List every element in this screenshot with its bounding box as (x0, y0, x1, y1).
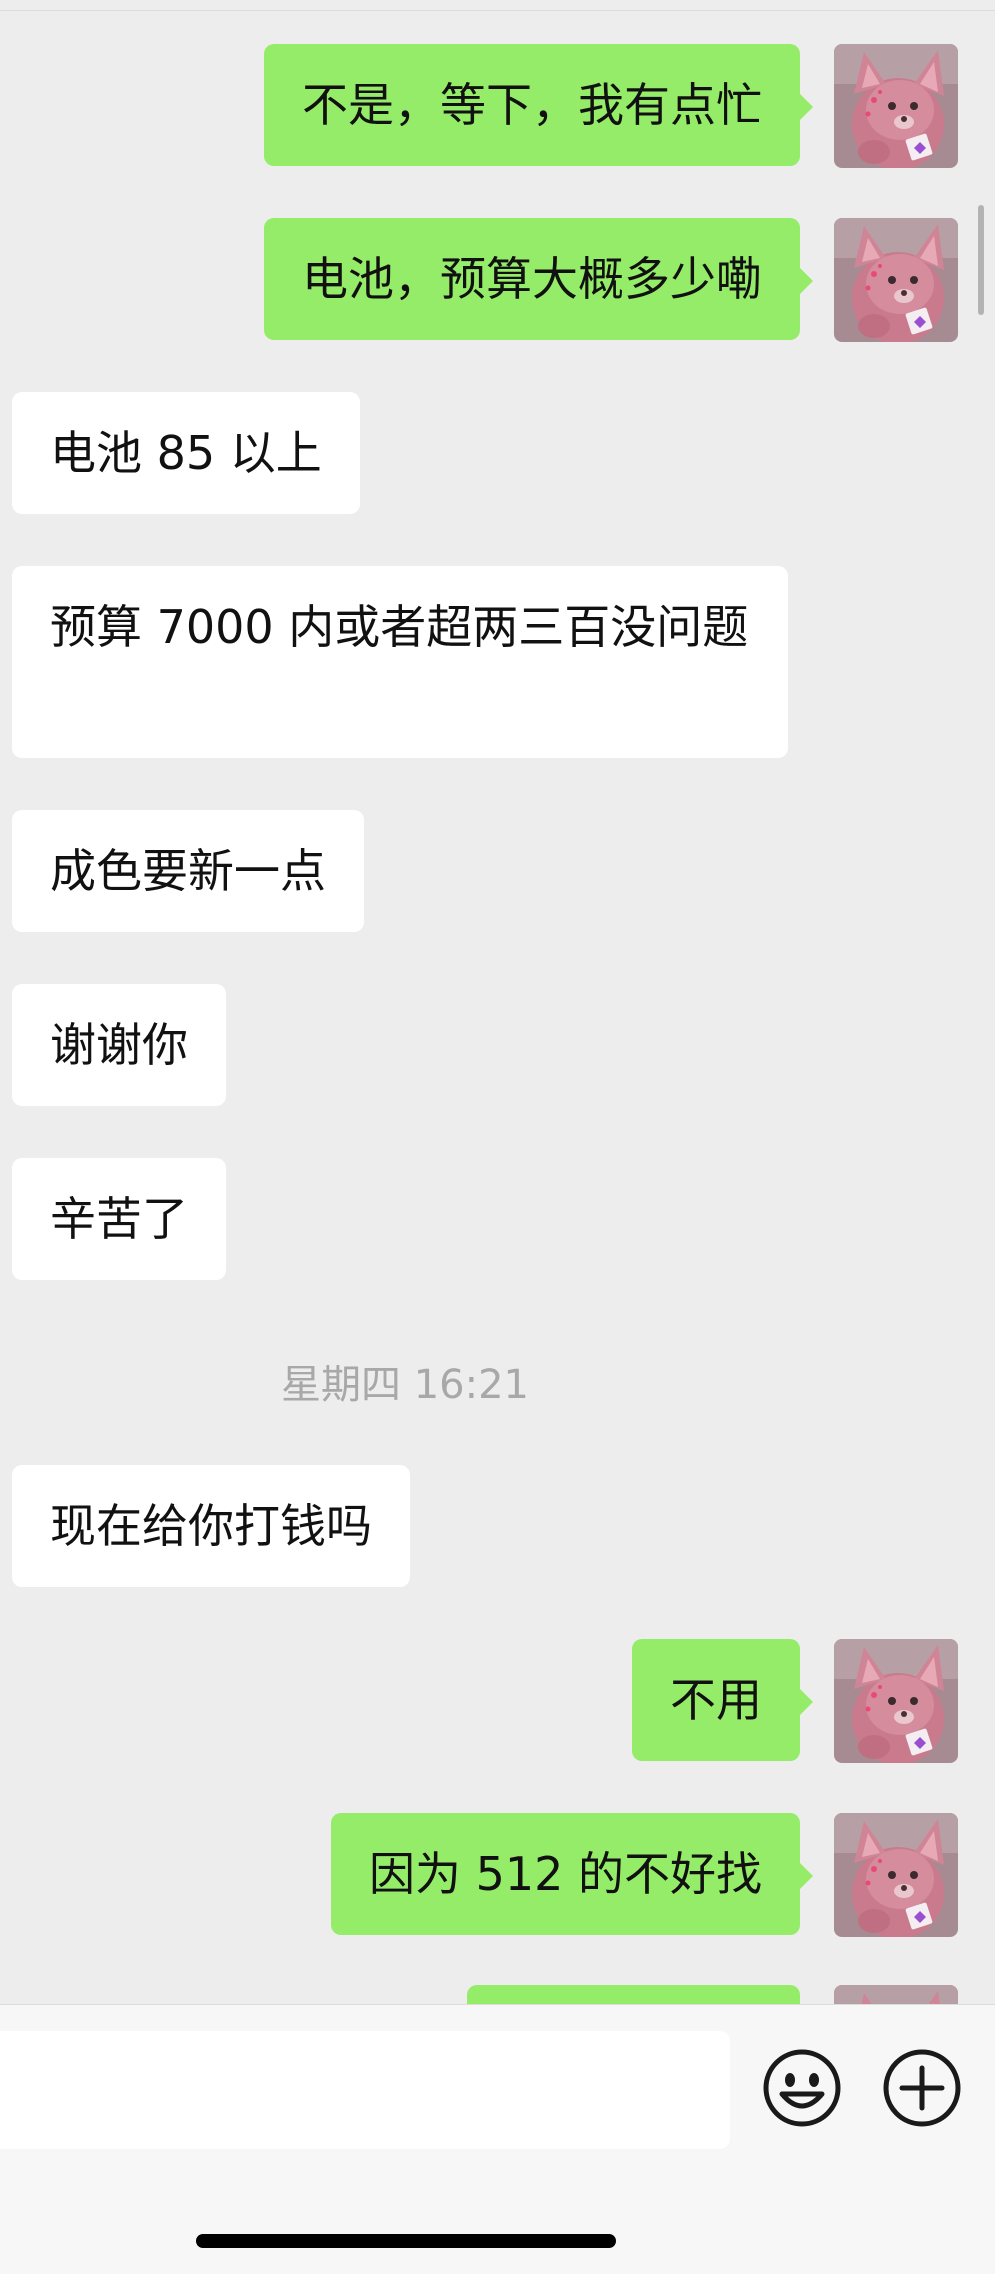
message-timestamp: 星期四 16:21 (281, 1362, 529, 1408)
message-input[interactable] (0, 2031, 730, 2149)
pink-plush-toy-avatar-icon (834, 44, 958, 168)
chat-message-list[interactable]: 不是，等下，我有点忙 电池，预算大概多少嘞 电池 85 以上 预算 7000 内… (0, 0, 995, 2004)
avatar[interactable] (834, 1639, 958, 1763)
avatar[interactable] (834, 44, 958, 168)
smiley-face-icon[interactable] (762, 2048, 842, 2128)
message-bubble-other[interactable]: 成色要新一点 (12, 810, 364, 932)
message-bubble-self[interactable]: 电池，预算大概多少嘞 (264, 218, 813, 340)
message-bubble-self[interactable]: 不用 (632, 1639, 813, 1761)
message-text: 辛苦了 (50, 1192, 188, 1246)
message-bubble-self[interactable]: 不是，等下，我有点忙 (264, 44, 813, 166)
pink-plush-toy-avatar-icon (834, 1639, 958, 1763)
message-bubble-other[interactable]: 现在给你打钱吗 (12, 1465, 410, 1587)
avatar[interactable] (834, 218, 958, 342)
avatar[interactable] (834, 1985, 958, 2004)
message-text: 电池，预算大概多少嘞 (302, 252, 762, 306)
message-text: 电池 85 以上 (50, 426, 322, 480)
message-bubble-other[interactable]: 谢谢你 (12, 984, 226, 1106)
message-text: 不是，等下，我有点忙 (302, 78, 762, 132)
top-divider (0, 0, 995, 11)
message-text: 不用 (670, 1673, 762, 1727)
message-bubble-self-partial[interactable] (467, 1985, 800, 2004)
home-indicator[interactable] (196, 2234, 616, 2248)
message-text: 因为 512 的不好找 (368, 1847, 762, 1901)
pink-plush-toy-avatar-icon (834, 1813, 958, 1937)
message-text: 预算 7000 内或者超两三百没问题 (50, 600, 749, 654)
pink-plush-toy-avatar-icon (834, 1985, 958, 2004)
avatar[interactable] (834, 1813, 958, 1937)
pink-plush-toy-avatar-icon (834, 218, 958, 342)
message-bubble-other[interactable]: 预算 7000 内或者超两三百没问题 (12, 566, 788, 758)
message-bubble-self[interactable]: 因为 512 的不好找 (330, 1813, 814, 1935)
message-bubble-other[interactable]: 辛苦了 (12, 1158, 226, 1280)
message-text: 成色要新一点 (50, 844, 326, 898)
message-bubble-other[interactable]: 电池 85 以上 (12, 392, 360, 514)
plus-circle-icon[interactable] (882, 2048, 962, 2128)
message-text: 现在给你打钱吗 (50, 1499, 372, 1553)
message-text: 谢谢你 (50, 1018, 188, 1072)
scroll-indicator[interactable] (978, 205, 984, 315)
